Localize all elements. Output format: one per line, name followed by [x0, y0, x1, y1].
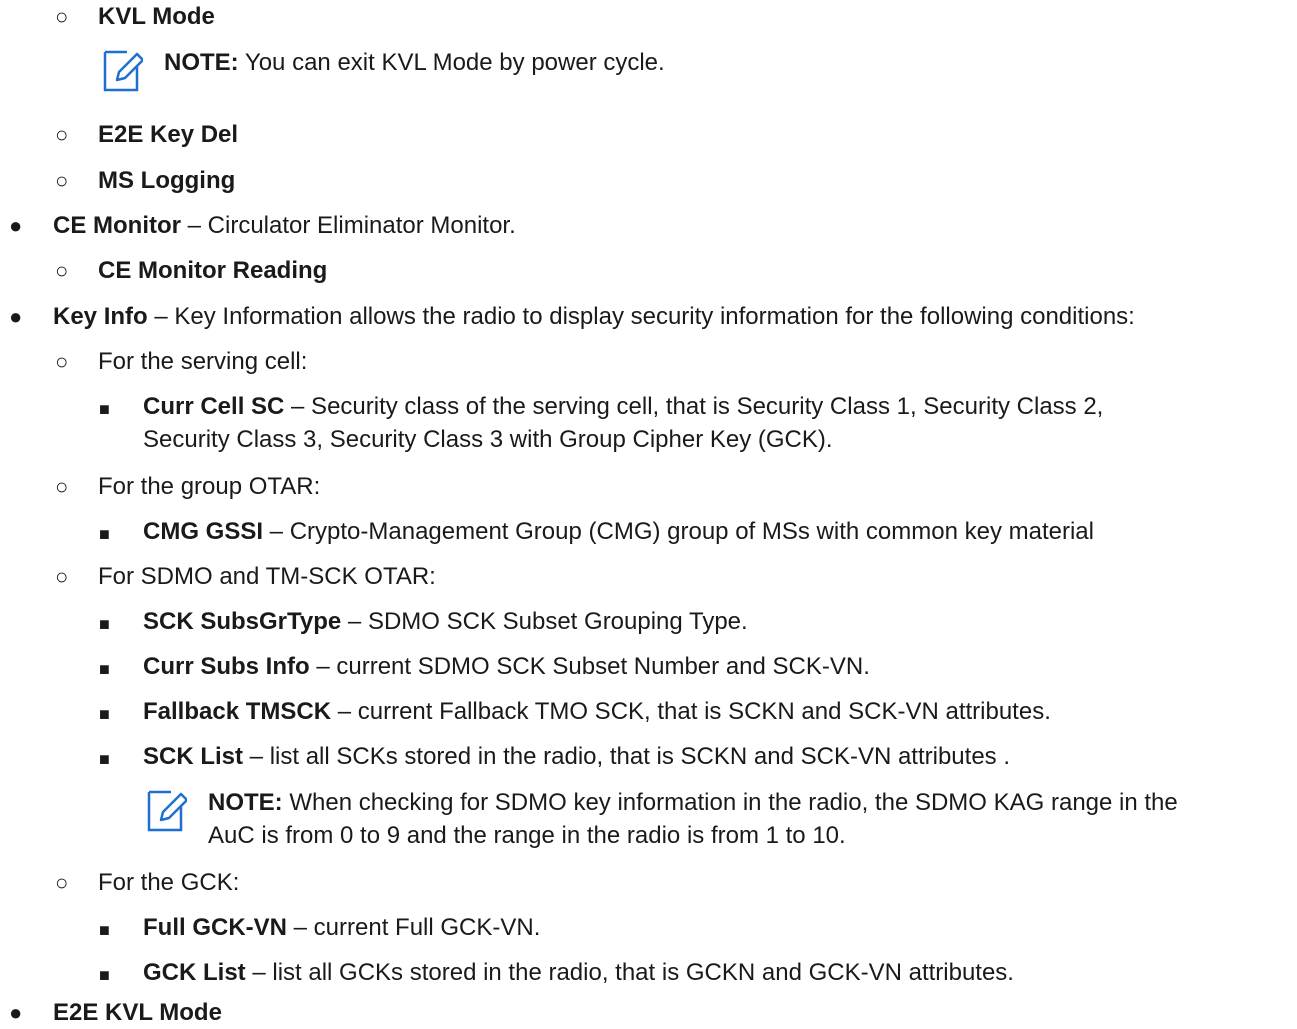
item-desc: – Crypto-Management Group (CMG) group of… [263, 518, 1094, 545]
item-desc: – current SDMO SCK Subset Number and SCK… [309, 653, 870, 680]
bullet-level3: ■ [99, 704, 110, 724]
note-label: NOTE: [208, 789, 283, 816]
bullet-level2: ○ [55, 168, 69, 193]
list-item-fallback-tmsck: Fallback TMSCK – current Fallback TMO SC… [143, 695, 1051, 728]
bullet-level2: ○ [55, 258, 69, 283]
bullet-level3: ■ [99, 524, 110, 544]
bullet-level3: ■ [99, 965, 110, 985]
item-desc: For the group OTAR: [98, 473, 321, 500]
note-icon [147, 790, 187, 832]
note-sdmo-kag-cont: AuC is from 0 to 9 and the range in the … [208, 822, 846, 849]
item-term: KVL Mode [98, 3, 215, 30]
item-term: Curr Cell SC [143, 393, 285, 420]
list-item-gck: For the GCK: [98, 866, 239, 899]
note-sdmo-kag: NOTE: When checking for SDMO key informa… [208, 786, 1178, 819]
item-term: MS Logging [98, 167, 236, 194]
list-item-sck-list: SCK List – list all SCKs stored in the r… [143, 740, 1010, 773]
bullet-level3: ■ [99, 920, 110, 940]
bullet-level3: ■ [99, 659, 110, 679]
bullet-level2: ○ [55, 4, 69, 29]
list-item-kvl-mode: KVL Mode [98, 0, 215, 33]
note-text: When checking for SDMO key information i… [282, 789, 1178, 816]
list-item-curr-subs-info: Curr Subs Info – current SDMO SCK Subset… [143, 650, 870, 683]
bullet-level3: ■ [99, 749, 110, 769]
bullet-level2: ○ [55, 349, 69, 374]
item-term: CMG GSSI [143, 518, 264, 545]
list-item-ms-logging: MS Logging [98, 164, 235, 197]
item-desc: – current Full GCK-VN. [287, 914, 541, 941]
item-desc: – Circulator Eliminator Monitor. [180, 212, 516, 239]
list-item-curr-cell-sc: Curr Cell SC – Security class of the ser… [143, 390, 1103, 423]
item-term: CE Monitor [53, 212, 181, 239]
list-item-e2e-key-del: E2E Key Del [98, 118, 238, 151]
list-item-ce-monitor: CE Monitor – Circulator Eliminator Monit… [53, 209, 516, 242]
item-desc: – Security class of the serving cell, th… [284, 393, 1104, 420]
bullet-level2: ○ [55, 122, 69, 147]
bullet-level1: ● [9, 1000, 23, 1025]
item-desc: For the serving cell: [98, 348, 308, 375]
list-item-key-info: Key Info – Key Information allows the ra… [53, 300, 1135, 333]
list-item-curr-cell-sc-cont: Security Class 3, Security Class 3 with … [143, 426, 833, 453]
item-term: GCK List [143, 959, 246, 986]
list-item-full-gck-vn: Full GCK-VN – current Full GCK-VN. [143, 911, 540, 944]
item-term: SCK SubsGrType [143, 608, 342, 635]
item-desc: – Key Information allows the radio to di… [147, 303, 1135, 330]
item-term: E2E KVL Mode [53, 999, 222, 1026]
item-term: Key Info [53, 303, 148, 330]
list-item-sck-subsgrtype: SCK SubsGrType – SDMO SCK Subset Groupin… [143, 605, 748, 638]
list-item-gck-list: GCK List – list all GCKs stored in the r… [143, 956, 1014, 989]
note-kvl-mode: NOTE: You can exit KVL Mode by power cyc… [164, 46, 665, 79]
item-term: Full GCK-VN [143, 914, 287, 941]
bullet-level1: ● [9, 304, 23, 329]
item-desc: – list all GCKs stored in the radio, tha… [245, 959, 1014, 986]
item-term: CE Monitor Reading [98, 257, 328, 284]
bullet-level3: ■ [99, 614, 110, 634]
list-item-serving-cell: For the serving cell: [98, 345, 307, 378]
item-term: SCK List [143, 743, 244, 770]
bullet-level1: ● [9, 213, 23, 238]
note-icon [103, 50, 143, 92]
item-term: Curr Subs Info [143, 653, 310, 680]
list-item-cmg-gssi: CMG GSSI – Crypto-Management Group (CMG)… [143, 515, 1094, 548]
item-desc: – SDMO SCK Subset Grouping Type. [341, 608, 748, 635]
bullet-level2: ○ [55, 870, 69, 895]
note-label: NOTE: [164, 49, 239, 76]
bullet-level2: ○ [55, 564, 69, 589]
item-desc: For the GCK: [98, 869, 240, 896]
item-term: Fallback TMSCK [143, 698, 332, 725]
bullet-level2: ○ [55, 474, 69, 499]
list-item-sdmo-otar: For SDMO and TM-SCK OTAR: [98, 560, 436, 593]
list-item-group-otar: For the group OTAR: [98, 470, 320, 503]
item-desc: – current Fallback TMO SCK, that is SCKN… [331, 698, 1051, 725]
item-desc: For SDMO and TM-SCK OTAR: [98, 563, 436, 590]
item-term: E2E Key Del [98, 121, 239, 148]
list-item-ce-monitor-reading: CE Monitor Reading [98, 254, 327, 287]
bullet-level3: ■ [99, 399, 110, 419]
item-desc: – list all SCKs stored in the radio, tha… [243, 743, 1011, 770]
list-item-e2e-kvl-mode: E2E KVL Mode [53, 996, 222, 1029]
note-text: You can exit KVL Mode by power cycle. [238, 49, 665, 76]
